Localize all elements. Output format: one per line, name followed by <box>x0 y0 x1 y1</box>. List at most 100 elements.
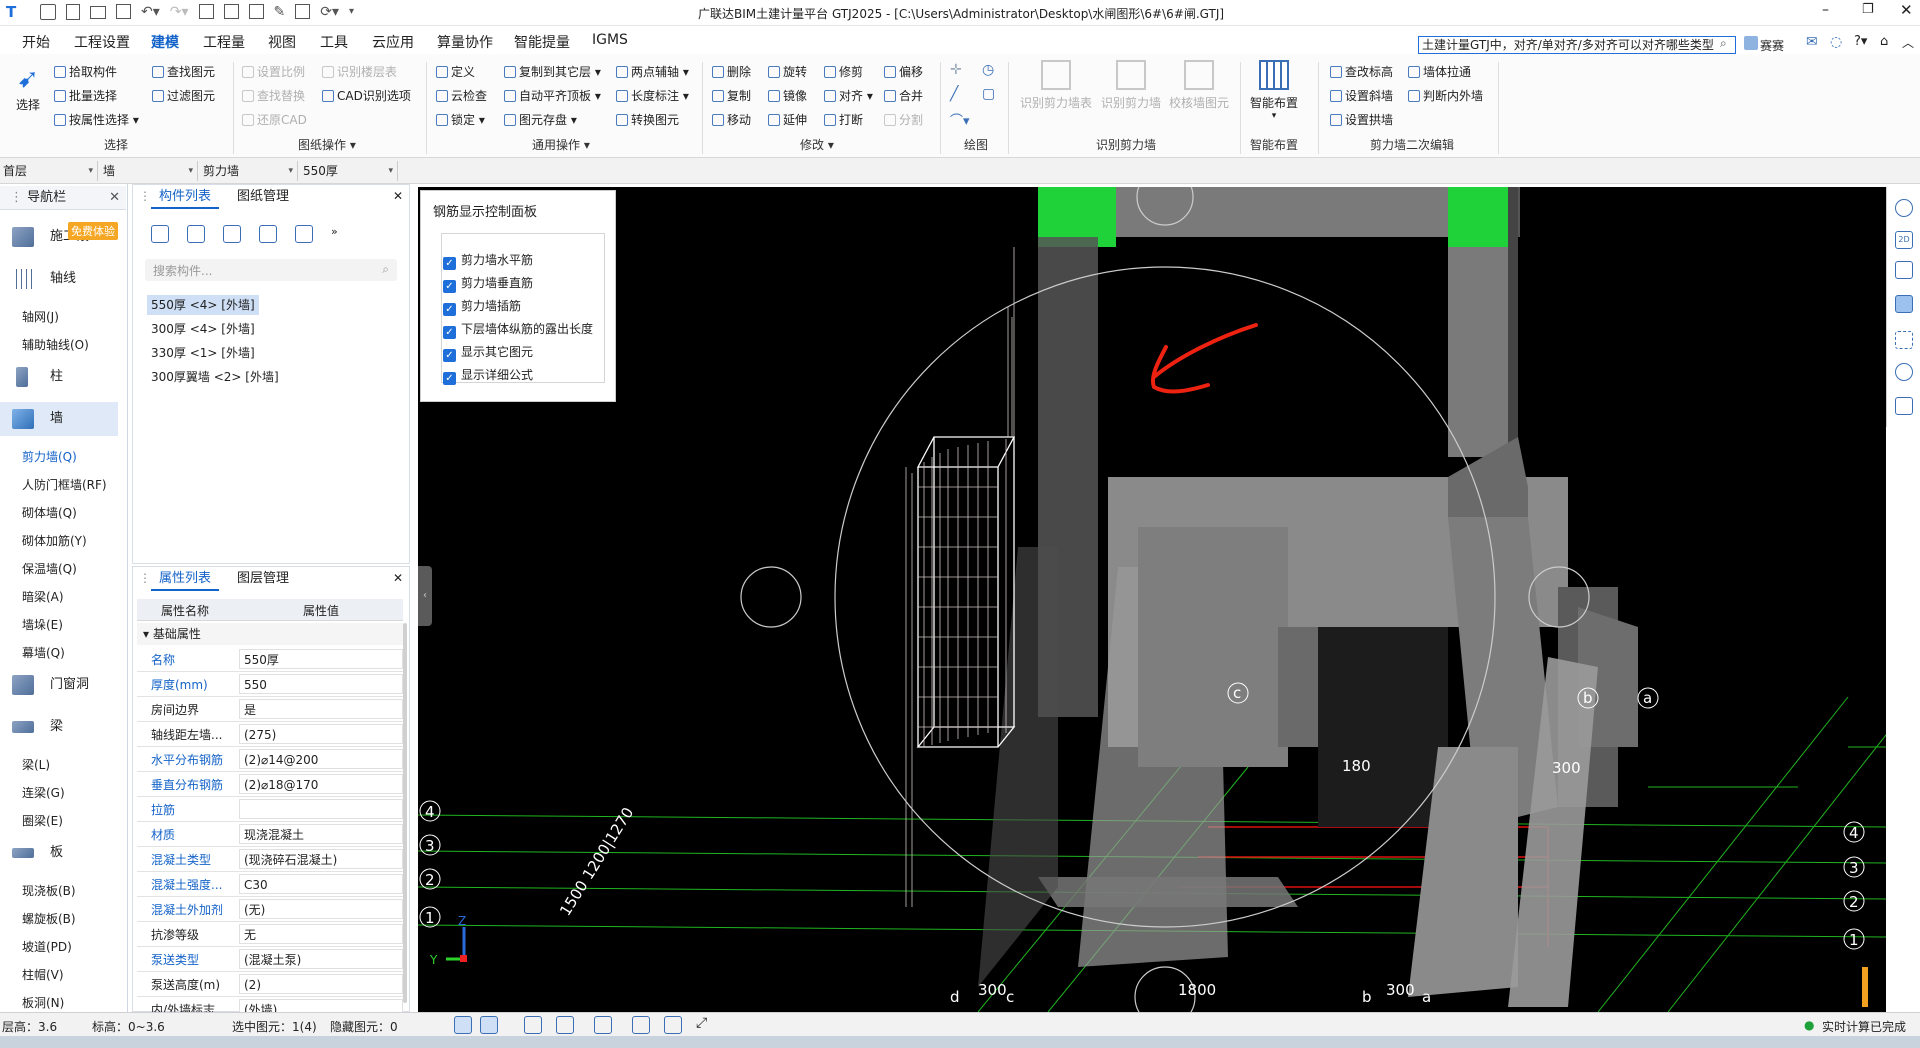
3d-model-canvas[interactable]: 4 3 2 1 4 3 2 1 c b a d c b a 180 300 30… <box>418 187 1886 1012</box>
message-icon[interactable]: ✉ <box>1806 34 1818 50</box>
trim-button[interactable]: 修剪 <box>824 63 863 81</box>
curve-icon[interactable] <box>664 1016 682 1034</box>
checkbox-horizontal-rebar[interactable]: ✓ 剪力墙水平筋 <box>443 251 533 270</box>
recognize-floor-table-button[interactable]: 识别楼层表 <box>322 63 397 81</box>
table-row[interactable]: 垂直分布钢筋 (2)⌀18@170 <box>137 772 403 797</box>
nav-cat-column[interactable]: 柱 <box>0 360 118 394</box>
nav-item-column-cap[interactable]: 柱帽(V) <box>22 966 64 983</box>
table-row[interactable]: 轴线距左墙... (275) <box>137 722 403 747</box>
3d-viewport[interactable]: 4 3 2 1 4 3 2 1 c b a d c b a 180 300 30… <box>418 187 1886 1012</box>
new-file-icon[interactable] <box>66 4 80 20</box>
table-row[interactable]: 水平分布钢筋 (2)⌀14@200 <box>137 747 403 772</box>
nav-item-beam[interactable]: 梁(L) <box>22 756 50 773</box>
set-arch-wall-button[interactable]: 设置拱墙 <box>1330 111 1393 129</box>
customize-icon[interactable]: ▾ <box>349 4 354 20</box>
pick-component-button[interactable]: 拾取构件 <box>54 63 117 81</box>
merge-button[interactable]: 合并 <box>884 87 923 105</box>
nav-item-grid[interactable]: 轴网(J) <box>22 308 59 325</box>
close-panel-icon[interactable]: ✕ <box>393 189 403 203</box>
drag-handle-icon[interactable]: ⋮ <box>10 190 27 205</box>
find-element-button[interactable]: 查找图元 <box>152 63 215 81</box>
list-item[interactable]: 330厚 <1> [外墙] <box>147 343 259 363</box>
element-save-button[interactable]: 图元存盘 ▾ <box>504 111 577 129</box>
property-value[interactable]: (混凝土泵) <box>239 949 403 969</box>
component-select[interactable]: 550厚 <box>300 161 398 181</box>
drag-handle-icon[interactable]: ⋮ <box>139 189 151 203</box>
cross-icon[interactable] <box>524 1016 542 1034</box>
batch-select-button[interactable]: 批量选择 <box>54 87 117 105</box>
convert-element-button[interactable]: 转换图元 <box>616 111 679 129</box>
nav-item-curtain-wall[interactable]: 幕墙(Q) <box>22 644 65 661</box>
line-draw-icon[interactable]: ╱ <box>950 86 958 102</box>
recognize-wall-table-button[interactable]: 识别剪力墙表 <box>1018 60 1094 111</box>
break-button[interactable]: 打断 <box>824 111 863 129</box>
table-row[interactable]: 名称 550厚 <box>137 647 403 672</box>
nav-item-ramp[interactable]: 坡道(PD) <box>22 938 72 955</box>
table-row[interactable]: 混凝土外加剂 (无) <box>137 897 403 922</box>
free-trial-badge[interactable]: 免费体验 <box>68 222 118 240</box>
table-row[interactable]: 泵送类型 (混凝土泵) <box>137 947 403 972</box>
restore-button[interactable]: ❐ <box>1862 2 1874 17</box>
drawing-icon[interactable] <box>223 4 239 19</box>
menu-view[interactable]: 视图 <box>268 32 296 52</box>
filter-component-icon[interactable] <box>295 225 313 243</box>
target-icon[interactable] <box>1895 363 1913 381</box>
find-replace-button[interactable]: 查找替换 <box>242 87 305 105</box>
nav-cat-slab[interactable]: 板 <box>0 836 118 870</box>
split-button[interactable]: 分割 <box>884 111 923 129</box>
nav-cat-axis[interactable]: 轴线 <box>0 262 118 296</box>
expand-icon[interactable]: ⤢ <box>696 1016 714 1034</box>
snap-icon[interactable] <box>480 1016 498 1034</box>
table-icon[interactable] <box>295 4 311 19</box>
table-row[interactable]: 混凝土强度... C30 <box>137 872 403 897</box>
list-item[interactable]: 300厚翼墙 <2> [外墙] <box>147 367 283 387</box>
2d-view-icon[interactable]: 2D <box>1895 231 1913 249</box>
tab-drawing-manage[interactable]: 图纸管理 <box>229 185 297 209</box>
panel-collapse-handle[interactable]: ‹ <box>418 566 432 626</box>
orbit-icon[interactable] <box>1895 199 1913 217</box>
delete-component-icon[interactable] <box>223 225 241 243</box>
nav-item-aux-axis[interactable]: 辅助轴线(O) <box>22 336 89 353</box>
nav-item-civil-defense-wall[interactable]: 人防门框墙(RF) <box>22 476 107 493</box>
restore-cad-button[interactable]: 还原CAD <box>242 111 307 129</box>
tab-property-list[interactable]: 属性列表 <box>151 567 220 591</box>
saisai-label[interactable]: 赛赛 <box>1760 37 1784 54</box>
property-value[interactable]: (现浇碎石混凝土) <box>239 849 403 869</box>
note-icon[interactable] <box>1895 397 1913 415</box>
property-value[interactable]: 是 <box>239 699 403 719</box>
nav-item-cast-slab[interactable]: 现浇板(B) <box>22 882 76 899</box>
nav-item-hidden-beam[interactable]: 暗梁(A) <box>22 588 64 605</box>
checkbox-show-other[interactable]: ✓ 显示其它图元 <box>443 343 533 362</box>
menu-collab[interactable]: 算量协作 <box>437 32 493 52</box>
property-value[interactable]: (275) <box>239 724 403 744</box>
set-slant-wall-button[interactable]: 设置斜墙 <box>1330 87 1393 105</box>
property-value[interactable]: 无 <box>239 924 403 944</box>
3d-solid-icon[interactable] <box>1895 295 1913 313</box>
mirror-button[interactable]: 镜像 <box>768 87 807 105</box>
property-value[interactable]: 550厚 <box>239 649 403 669</box>
rect-draw-icon[interactable]: ▢ <box>982 86 995 102</box>
clock-draw-icon[interactable]: ◷ <box>982 62 994 78</box>
floor-select[interactable]: 首层 <box>0 161 98 181</box>
list-item[interactable]: 300厚 <4> [外墙] <box>147 319 259 339</box>
length-dimension-button[interactable]: 长度标注 ▾ <box>616 87 689 105</box>
nav-item-wall-pier[interactable]: 墙垛(E) <box>22 616 63 633</box>
property-value[interactable] <box>239 799 403 819</box>
close-panel-icon[interactable]: ✕ <box>393 571 403 585</box>
close-nav-icon[interactable]: ✕ <box>109 186 120 210</box>
type-select[interactable]: 墙 <box>100 161 198 181</box>
grid-icon[interactable] <box>248 4 264 19</box>
auto-align-top-button[interactable]: 自动平齐顶板 ▾ <box>504 87 601 105</box>
menu-cloud[interactable]: 云应用 <box>372 32 414 52</box>
nav-item-shear-wall[interactable]: 剪力墙(Q) <box>22 448 77 465</box>
change-elevation-button[interactable]: 查改标高 <box>1330 63 1393 81</box>
redo-icon[interactable]: ↷▾ <box>170 4 189 20</box>
table-row[interactable]: 厚度(mm) 550 <box>137 672 403 697</box>
3d-box-icon[interactable] <box>1895 261 1913 279</box>
table-row[interactable]: 拉筋 <box>137 797 403 822</box>
search-icon[interactable]: ⌕ <box>1720 36 1727 51</box>
rotate-button[interactable]: 旋转 <box>768 63 807 81</box>
tab-component-list[interactable]: 构件列表 <box>151 185 220 209</box>
nav-item-ring-beam[interactable]: 圈梁(E) <box>22 812 63 829</box>
property-value[interactable]: (2) <box>239 974 403 994</box>
